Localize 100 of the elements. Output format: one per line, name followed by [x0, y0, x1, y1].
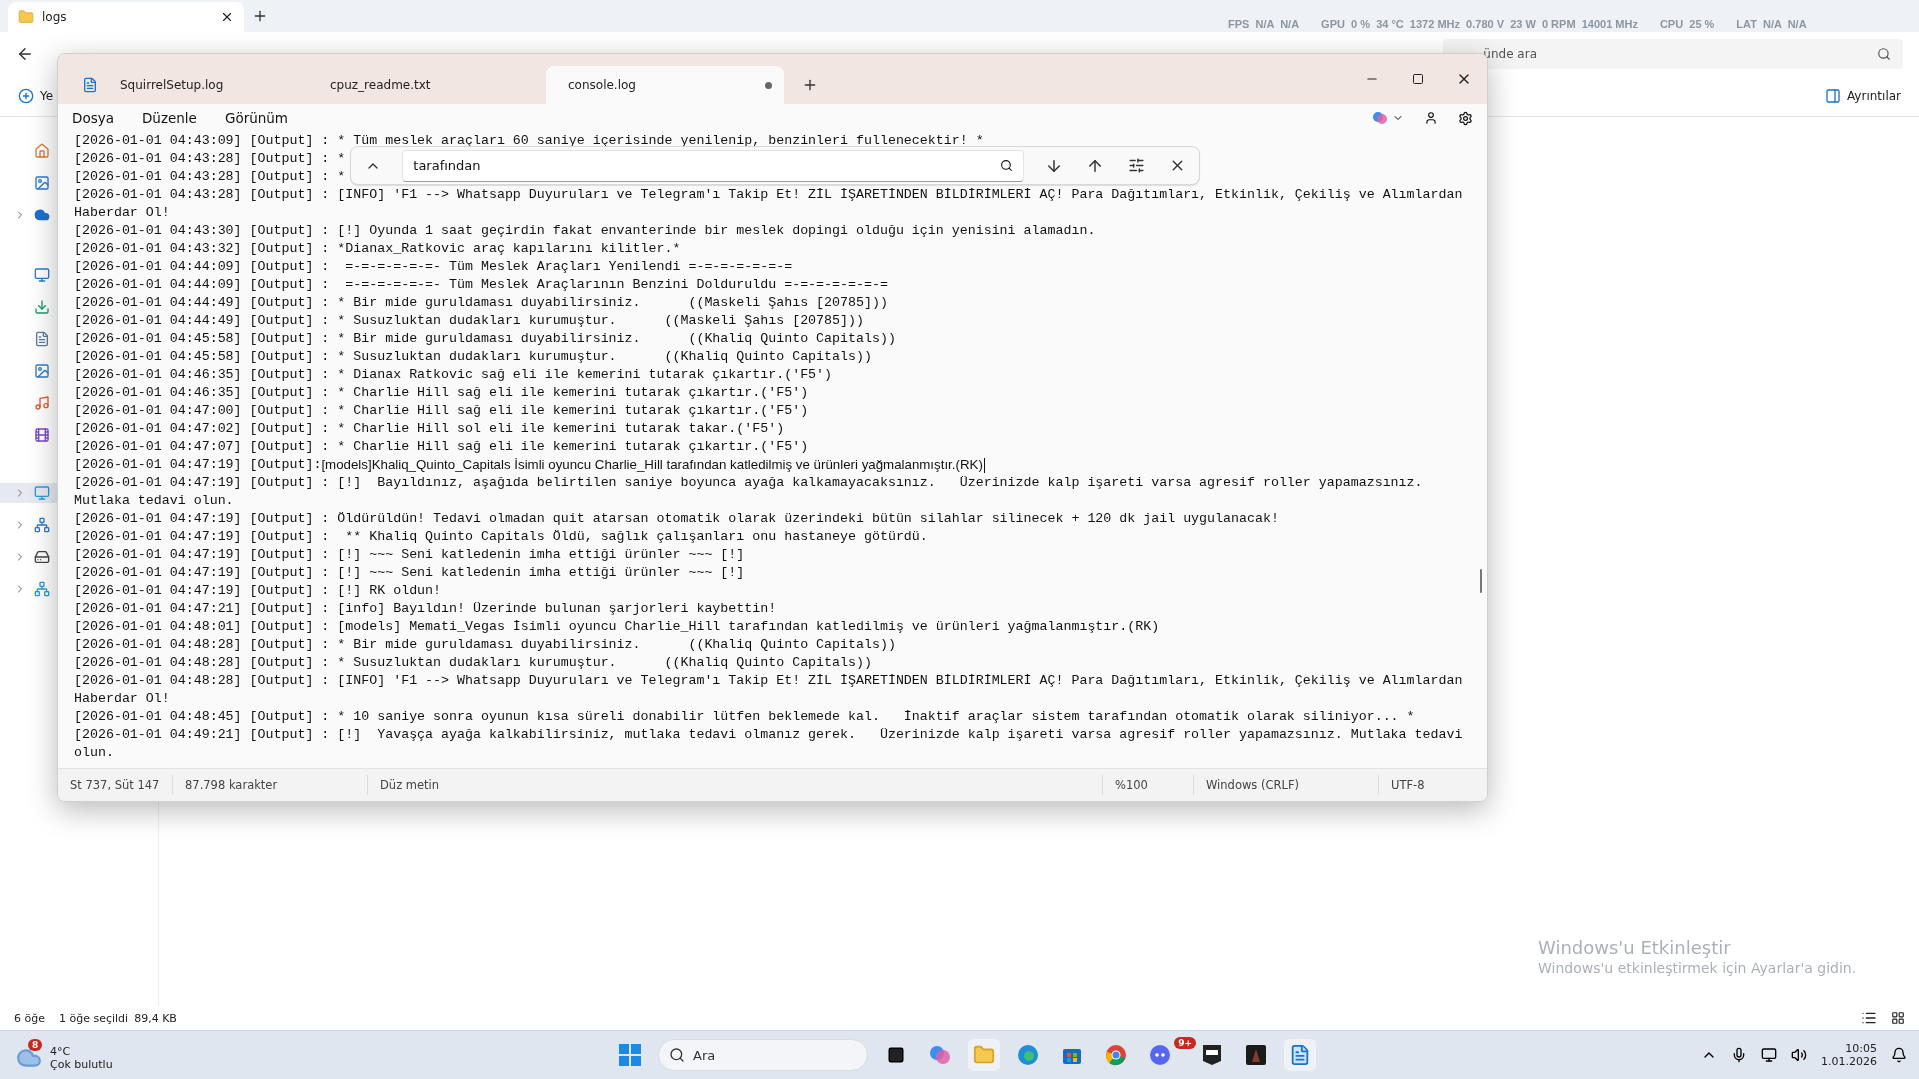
log-line: [2026-01-01 04:47:19] [Output] : [!] RK oldun!	[74, 582, 442, 600]
new-tab-icon[interactable]	[802, 77, 818, 93]
file-tab[interactable]: cpuz_readme.txt	[308, 66, 546, 104]
log-line: olun.	[74, 744, 114, 762]
log-line: [2026-01-01 04:45:58] [Output] : * Susuzluktan dudakları kurumuştur. ((Khaliq Quinto Capitals))	[74, 348, 872, 366]
back-icon[interactable]	[16, 45, 34, 63]
log-line: [2026-01-01 04:47:19] [Output] : Öldürüldün! Tedavi olmadan quit atarsan otomatik olarak üzerindeki bütün silahlar silinecek + 120 dk jail uygulanacak!	[74, 510, 1279, 528]
log-line: [2026-01-01 04:48:28] [Output] : * Susuzluktan dudakları kurumuştur. ((Khaliq Quinto Capitals))	[74, 654, 872, 672]
selection-info: 1 öğe seçildi	[59, 1011, 129, 1025]
search-icon	[1877, 47, 1891, 61]
close-icon[interactable]	[220, 10, 234, 24]
weather-widget[interactable]: 8 4°C Çok bulutlu	[12, 1039, 113, 1071]
tiles-view-icon[interactable]	[1891, 1011, 1905, 1025]
log-line: [2026-01-01 04:47:19] [Output] : [!] ~~~ Seni katledenin imha ettiği ürünler ~~~ [!]	[74, 546, 745, 564]
home-icon	[34, 143, 50, 159]
log-line: [2026-01-01 04:48:45] [Output] : * 10 saniye sonra oyunun kısa süreli donabilir lütfen beklemede kal. İnaktif araçlar sistem tarafından otomatik olarak siliniyor... *	[74, 708, 1415, 726]
settings-icon[interactable]	[1458, 110, 1473, 126]
log-line: [2026-01-01 04:47:19] [Output]:[models]Khaliq_Quinto_Capitals İsimli oyuncu Charlie_Hill tarafından katledilmiş ve ürünleri yağmalanmıştır.(RK)	[74, 456, 985, 474]
file-tab[interactable]: SquirrelSetup.log	[70, 66, 308, 104]
copilot-button[interactable]	[1372, 110, 1404, 126]
overlay-stat: LAT N/A N/A	[1736, 18, 1807, 30]
taskbar-search[interactable]: Ara	[658, 1039, 868, 1071]
notepad-icon[interactable]	[1284, 1039, 1316, 1071]
character-count: 87.798 karakter	[172, 775, 367, 795]
overlay-stat: GPU 0 % 34 °C 1372 MHz 0.780 V 23 W 0 RPM 14001 MHz	[1321, 18, 1638, 30]
log-line: [2026-01-01 04:48:28] [Output] : * Bir mide guruldaması duyabilirsiniz. ((Khaliq Quinto Capitals))	[74, 636, 896, 654]
explorer-tab[interactable]: logs	[8, 2, 244, 32]
log-line: Haberdar Ol!	[74, 204, 170, 222]
plus-icon	[18, 88, 34, 104]
tab-title: logs	[42, 10, 67, 24]
folder-icon	[18, 9, 34, 25]
notification-badge: 8	[28, 1039, 43, 1051]
log-line: [2026-01-01 04:47:07] [Output] : * Charlie Hill sağ eli ile kemerini tutarak çıkartır.('F5')	[74, 438, 809, 456]
gallery-icon	[34, 175, 50, 191]
log-line: [2026-01-01 04:44:09] [Output] : =-=-=-=-=-=- Tüm Meslek Araçlarının Benzini Dolduruldu =-=-=-=-=-=-=	[74, 276, 888, 294]
file-type: Düz metin	[367, 775, 1102, 795]
search-field[interactable]: ünde ara	[1443, 39, 1903, 69]
log-line: [2026-01-01 04:43:28] [Output] : [INFO] 'F1 --> Whatsapp Duyuruları ve Telegram'ı Takip Et! ZİL İŞARETİNDEN BİLDİRİMLERİ AÇ! Para Dağıtımları, Etkinlik, Çekiliş ve Alımlardan	[74, 186, 1463, 204]
overlay-stat: FPS N/A N/A	[1228, 18, 1300, 30]
encoding: UTF-8	[1378, 775, 1483, 795]
document-icon	[34, 331, 50, 347]
log-line: [2026-01-01 04:47:00] [Output] : * Charlie Hill sağ eli ile kemerini tutarak çıkartır.('F5')	[74, 402, 809, 420]
sliders-icon	[1127, 157, 1145, 174]
log-line: [2026-01-01 04:43:30] [Output] : [!] Oyunda 1 saat geçirdin fakat envanterinde bir meslek dopingi olduğu için yenisini alamadın.	[74, 222, 1096, 240]
watermark-title: Windows'u Etkinleştir	[1538, 937, 1732, 958]
log-line: [2026-01-01 04:47:19] [Output] : ** Khaliq Quinto Capitals Öldü, sağlık çalışanları onu hastaneye götürdü.	[74, 528, 928, 546]
details-button[interactable]: Ayrıntılar	[1824, 88, 1901, 104]
search-icon	[669, 1047, 685, 1063]
scrollbar-thumb[interactable]	[1480, 569, 1482, 593]
new-button[interactable]: Ye	[18, 88, 54, 104]
file-size: 89,4 KB	[134, 1011, 177, 1025]
video-icon	[34, 427, 50, 443]
log-line: [2026-01-01 04:46:35] [Output] : * Charlie Hill sağ eli ile kemerini tutarak çıkartır.('F5')	[74, 384, 809, 402]
log-line: [2026-01-01 04:47:19] [Output] : [!] Bayıldınız, aşağıda belirtilen saniye boyunca ayağa kalkamayacaksınız. Üzerinizde kalp işareti varsa agresif roller yapamazsınız.	[74, 474, 1423, 492]
log-line: [2026-01-01 04:49:21] [Output] : [!] Yavaşça ayağa kalkabilirsiniz, mutlaka tedavi olmanız gerek. Üzerinizde kalp işareti varsa agresif roller yapamazsınız. Mutlaka tedavi	[74, 726, 1463, 744]
volume-icon[interactable]	[1791, 1047, 1807, 1063]
watermark-subtitle: Windows'u etkinleştirmek için Ayarlar'a gidin.	[1538, 960, 1857, 976]
clock[interactable]: 10:05 1.01.2026	[1821, 1042, 1877, 1068]
maximize-icon	[1412, 73, 1424, 85]
log-line: [2026-01-01 04:44:09] [Output] : =-=-=-=-=-=- Tüm Meslek Araçları Yenilendi =-=-=-=-=-=-=	[74, 258, 793, 276]
menu-item[interactable]: Düzenle	[141, 110, 197, 126]
log-line: Haberdar Ol!	[74, 690, 170, 708]
notepad-icon	[82, 77, 98, 93]
picture-icon	[34, 363, 50, 379]
log-line: [2026-01-01 04:43:28] [Output] : *	[74, 168, 346, 186]
log-line: [2026-01-01 04:47:02] [Output] : * Charlie Hill sol eli ile kemerini tutarak takar.('F5')	[74, 420, 785, 438]
cursor-position: St 737, Süt 147	[69, 777, 161, 794]
log-line: Mutlaka tedavi olun.	[74, 492, 234, 510]
log-line: [2026-01-01 04:47:19] [Output] : [!] ~~~ Seni katledenin imha ettiği ürünler ~~~ [!]	[74, 564, 745, 582]
log-line: [2026-01-01 04:48:01] [Output] : [models] Memati_Vegas İsimli oyuncu Charlie_Hill tarafından katledilmiş ve ürünleri yağmalanmıştır.(RK)	[74, 618, 1160, 636]
new-tab-icon[interactable]	[252, 8, 268, 24]
computer-icon	[34, 485, 50, 501]
zoom-level: %100	[1102, 775, 1193, 795]
item-count: 6 öğe	[14, 1011, 45, 1025]
log-line: [2026-01-01 04:47:21] [Output] : [info] Bayıldın! Üzerinde bulunan şarjorleri kaybettin!	[74, 600, 777, 618]
music-icon	[34, 395, 50, 411]
account-icon[interactable]	[1424, 111, 1438, 125]
log-line: [2026-01-01 04:45:58] [Output] : * Bir mide guruldaması duyabilirsiniz. ((Khaliq Quinto Capitals))	[74, 330, 896, 348]
microphone-icon[interactable]	[1731, 1047, 1747, 1063]
find-field[interactable]: tarafından	[402, 149, 1024, 182]
unsaved-dot	[765, 81, 772, 89]
log-line: [2026-01-01 04:43:28] [Output] : *	[74, 150, 346, 168]
notification-badge: 9+	[1174, 1037, 1196, 1049]
log-line: [2026-01-01 04:43:32] [Output] : *Dianax_Ratkovic araç kapılarını kilitler.*	[74, 240, 681, 258]
cloud-icon	[34, 207, 50, 223]
line-ending: Windows (CRLF)	[1193, 775, 1378, 795]
log-line: [2026-01-01 04:44:49] [Output] : * Bir mide guruldaması duyabilirsiniz. ((Maskeli Şahıs [20785]))	[74, 294, 888, 312]
details-view-icon[interactable]	[1861, 1010, 1877, 1026]
log-line: [2026-01-01 04:48:28] [Output] : [INFO] 'F1 --> Whatsapp Duyuruları ve Telegram'ı Takip Et! ZİL İŞARETİNDEN BİLDİRİMLERİ AÇ! Para Dağıtımları, Etkinlik, Çekiliş ve Alımlardan	[74, 672, 1463, 690]
notification-icon[interactable]	[1891, 1047, 1907, 1063]
log-line: [2026-01-01 04:43:09] [Output] : * Tüm meslek araçları 60 saniye içerisinde yenilenip, benzinleri fullenecektir! *	[74, 132, 984, 150]
panel-icon	[1824, 88, 1841, 104]
log-line: [2026-01-01 04:46:35] [Output] : * Dianax Ratkovic sağ eli ile kemerini tutarak çıkartır.('F5')	[74, 366, 833, 384]
drive-icon	[34, 549, 50, 565]
menu-item[interactable]: Görünüm	[224, 110, 288, 126]
assistant-icon	[1372, 110, 1388, 126]
menu-item[interactable]: Dosya	[72, 110, 114, 126]
file-tab[interactable]: console.log	[546, 66, 784, 104]
overlay-stat: CPU 25 %	[1659, 18, 1715, 30]
weather-condition: Çok bulutlu	[50, 1058, 113, 1071]
